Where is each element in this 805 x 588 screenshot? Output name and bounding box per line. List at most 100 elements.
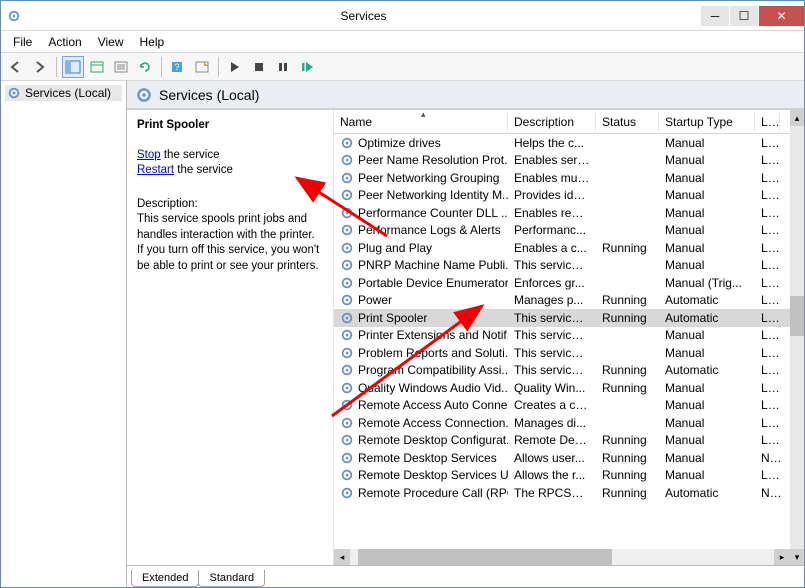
service-row[interactable]: Remote Desktop Services U...Allows the r… <box>334 467 790 485</box>
right-pane: Services (Local) Print Spooler Stop the … <box>127 81 804 587</box>
gear-icon <box>135 86 153 104</box>
action-sheet-button[interactable] <box>191 56 213 78</box>
cell-name: Remote Access Connection... <box>358 416 508 430</box>
cell-startup: Automatic <box>659 291 755 309</box>
stop-service-button[interactable] <box>248 56 270 78</box>
tab-standard[interactable]: Standard <box>198 570 265 587</box>
show-hide-tree-button[interactable] <box>62 56 84 78</box>
cell-startup: Manual <box>659 151 755 169</box>
cell-status: Running <box>596 466 659 484</box>
service-row[interactable]: PNRP Machine Name Publi...This service .… <box>334 257 790 275</box>
cell-name: Remote Desktop Services <box>358 451 497 465</box>
help-button[interactable]: ? <box>167 56 189 78</box>
cell-name: Performance Counter DLL ... <box>358 206 508 220</box>
cell-status <box>596 193 659 197</box>
cell-status <box>596 351 659 355</box>
cell-description: This service ... <box>508 344 596 362</box>
scroll-up-icon[interactable]: ▴ <box>790 110 804 126</box>
cell-name: Remote Desktop Configurat... <box>358 433 508 447</box>
service-row[interactable]: Peer Networking Identity M...Provides id… <box>334 187 790 205</box>
cell-logon: Loc <box>755 414 780 432</box>
scrollbar-track[interactable] <box>350 549 774 565</box>
service-row[interactable]: Remote Desktop ServicesAllows user...Run… <box>334 449 790 467</box>
service-row[interactable]: Problem Reports and Soluti...This servic… <box>334 344 790 362</box>
cell-name: Portable Device Enumerator... <box>358 276 508 290</box>
gear-icon <box>340 206 354 220</box>
cell-startup: Manual <box>659 169 755 187</box>
menu-view[interactable]: View <box>90 33 132 51</box>
restart-service-button[interactable] <box>296 56 318 78</box>
service-row[interactable]: Remote Access Auto Conne...Creates a co.… <box>334 397 790 415</box>
cell-status: Running <box>596 361 659 379</box>
service-row[interactable]: Portable Device Enumerator...Enforces gr… <box>334 274 790 292</box>
restart-link[interactable]: Restart <box>137 164 174 176</box>
scrollbar-track[interactable] <box>790 126 804 549</box>
service-row[interactable]: Remote Access Connection...Manages di...… <box>334 414 790 432</box>
cell-status: Running <box>596 484 659 502</box>
scroll-down-icon[interactable]: ▾ <box>790 549 804 565</box>
service-row[interactable]: Printer Extensions and Notif...This serv… <box>334 327 790 345</box>
maximize-button[interactable]: ☐ <box>730 6 758 26</box>
gear-icon <box>340 311 354 325</box>
cell-logon: Loc <box>755 379 780 397</box>
gear-icon <box>340 381 354 395</box>
close-button[interactable]: ✕ <box>759 6 804 26</box>
service-row[interactable]: Remote Desktop Configurat...Remote Des..… <box>334 432 790 450</box>
cell-logon: Loc <box>755 396 780 414</box>
scroll-right-icon[interactable]: ▸ <box>774 549 790 565</box>
cell-name: Remote Desktop Services U... <box>358 468 508 482</box>
cell-startup: Manual <box>659 449 755 467</box>
cell-description: The RPCSS ... <box>508 484 596 502</box>
cell-status <box>596 176 659 180</box>
service-rows: Optimize drivesHelps the c...ManualLocPe… <box>334 134 790 549</box>
service-row[interactable]: Peer Networking GroupingEnables mul...Ma… <box>334 169 790 187</box>
start-service-button[interactable] <box>224 56 246 78</box>
menu-file[interactable]: File <box>5 33 40 51</box>
service-row[interactable]: Performance Counter DLL ...Enables rem..… <box>334 204 790 222</box>
panel-header: Services (Local) <box>127 81 804 109</box>
cell-description: Quality Win... <box>508 379 596 397</box>
vertical-scrollbar[interactable]: ▴ ▾ <box>790 110 804 565</box>
service-list: ▴ Name Description Status Startup Type L… <box>334 110 804 565</box>
scroll-left-icon[interactable]: ◂ <box>334 549 350 565</box>
refresh-button[interactable] <box>134 56 156 78</box>
service-row[interactable]: Quality Windows Audio Vid...Quality Win.… <box>334 379 790 397</box>
cell-name: Performance Logs & Alerts <box>358 223 501 237</box>
cell-status: Running <box>596 239 659 257</box>
scrollbar-thumb[interactable] <box>358 549 612 565</box>
service-row[interactable]: PowerManages p...RunningAutomaticLoc <box>334 292 790 310</box>
service-row[interactable]: Remote Procedure Call (RPC)The RPCSS ...… <box>334 484 790 502</box>
cell-description: This service ... <box>508 326 596 344</box>
menu-help[interactable]: Help <box>132 33 173 51</box>
scrollbar-thumb[interactable] <box>790 296 804 336</box>
column-logon[interactable]: Log <box>755 113 780 131</box>
service-row[interactable]: Performance Logs & AlertsPerformanc...Ma… <box>334 222 790 240</box>
cell-startup: Manual <box>659 326 755 344</box>
cell-description: Enables rem... <box>508 204 596 222</box>
cell-name: Remote Access Auto Conne... <box>358 398 508 412</box>
pause-service-button[interactable] <box>272 56 294 78</box>
gear-icon <box>340 276 354 290</box>
nav-back-button[interactable] <box>5 56 27 78</box>
column-description[interactable]: Description <box>508 113 596 131</box>
tab-strip: Extended Standard <box>127 565 804 587</box>
export-list-button[interactable] <box>110 56 132 78</box>
service-row[interactable]: Peer Name Resolution Prot...Enables serv… <box>334 152 790 170</box>
menu-action[interactable]: Action <box>40 33 89 51</box>
service-row[interactable]: Print SpoolerThis service ...RunningAuto… <box>334 309 790 327</box>
column-status[interactable]: Status <box>596 113 659 131</box>
stop-link[interactable]: Stop <box>137 149 161 161</box>
cell-name: Peer Networking Identity M... <box>358 188 508 202</box>
tab-extended[interactable]: Extended <box>131 570 199 587</box>
service-row[interactable]: Plug and PlayEnables a c...RunningManual… <box>334 239 790 257</box>
service-row[interactable]: Optimize drivesHelps the c...ManualLoc <box>334 134 790 152</box>
nav-forward-button[interactable] <box>29 56 51 78</box>
cell-description: Manages p... <box>508 291 596 309</box>
column-startup[interactable]: Startup Type <box>659 113 755 131</box>
service-row[interactable]: Program Compatibility Assi...This servic… <box>334 362 790 380</box>
properties-button[interactable] <box>86 56 108 78</box>
horizontal-scrollbar[interactable]: ◂ ▸ <box>334 549 790 565</box>
minimize-button[interactable]: ─ <box>701 6 729 26</box>
cell-name: Printer Extensions and Notif... <box>358 328 508 342</box>
tree-root-services-local[interactable]: Services (Local) <box>5 85 122 101</box>
